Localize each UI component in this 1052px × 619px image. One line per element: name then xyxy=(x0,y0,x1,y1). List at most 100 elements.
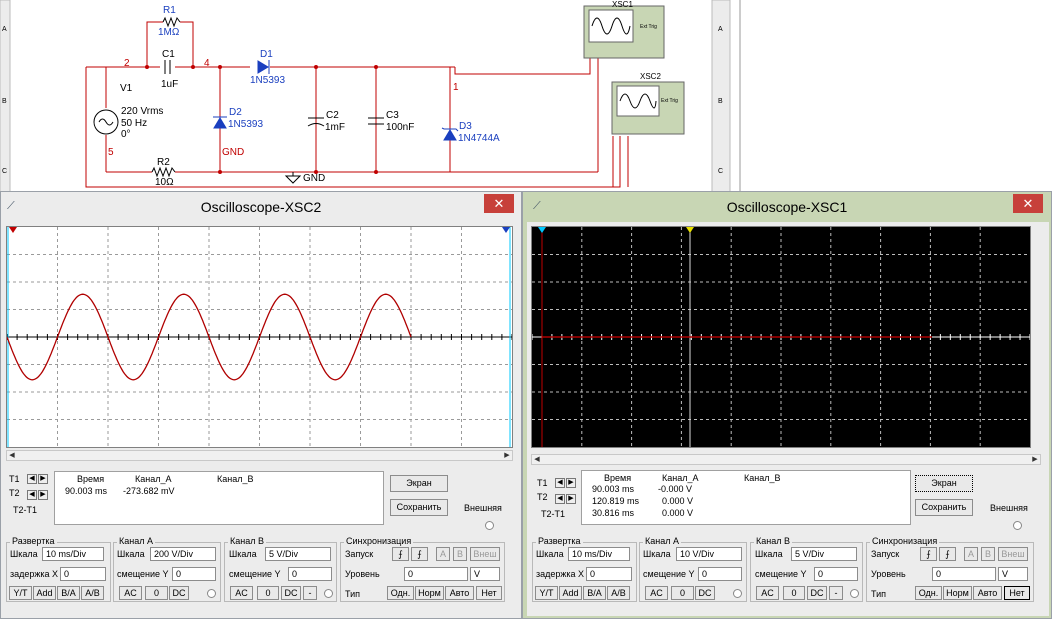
scroll-right-icon[interactable]: ▶ xyxy=(1030,455,1040,464)
channel-b-offset-field[interactable]: 0 xyxy=(814,567,858,581)
oscilloscope-xsc2-window[interactable]: ⟋ Oscilloscope-XSC2 ✕ ◀ ▶ T1 T2 T2-T1 ◀ … xyxy=(0,191,522,619)
trigger-source-b-button[interactable]: B xyxy=(981,547,995,561)
d2-name[interactable]: D2 xyxy=(229,107,242,118)
scroll-left-icon[interactable]: ◀ xyxy=(7,451,17,460)
v1-name[interactable]: V1 xyxy=(120,83,132,94)
trigger-level-field[interactable]: 0 xyxy=(404,567,468,581)
v1-phase[interactable]: 0° xyxy=(121,129,131,140)
channel-a-scale-field[interactable]: 10 V/Div xyxy=(676,547,742,561)
r2-value[interactable]: 10Ω xyxy=(155,177,174,188)
t2-left-arrow-icon[interactable]: ◀ xyxy=(555,494,565,504)
trigger-source-b-button[interactable]: B xyxy=(453,547,467,561)
c3-name[interactable]: C3 xyxy=(386,110,399,121)
channel-a-radio[interactable] xyxy=(207,589,216,598)
add-button[interactable]: Add xyxy=(33,586,56,600)
falling-edge-button[interactable]: ⨍ xyxy=(939,547,956,561)
d3-name[interactable]: D3 xyxy=(459,121,472,132)
channel-a-dc-button[interactable]: DC xyxy=(695,586,715,600)
trigger-external-button[interactable]: Внеш xyxy=(998,547,1028,561)
ba-button[interactable]: B/A xyxy=(583,586,606,600)
save-button[interactable]: Сохранить xyxy=(390,499,448,516)
v1-frequency[interactable]: 50 Hz xyxy=(121,118,147,129)
c2-value[interactable]: 1mF xyxy=(325,122,345,133)
timebase-scale-field[interactable]: 10 ms/Div xyxy=(42,547,104,561)
type-none-button[interactable]: Нет xyxy=(476,586,502,600)
ab-button[interactable]: A/B xyxy=(81,586,104,600)
r1-name[interactable]: R1 xyxy=(163,5,176,16)
xsc2-horizontal-scrollbar[interactable]: ◀ ▶ xyxy=(6,450,513,461)
save-button[interactable]: Сохранить xyxy=(915,499,973,516)
channel-a-zero-button[interactable]: 0 xyxy=(671,586,694,600)
trigger-level-unit[interactable]: V xyxy=(470,567,500,581)
ab-button[interactable]: A/B xyxy=(607,586,630,600)
t1-right-arrow-icon[interactable]: ▶ xyxy=(38,474,48,484)
channel-b-zero-button[interactable]: 0 xyxy=(783,586,805,600)
external-radio[interactable] xyxy=(485,521,494,530)
t2-right-arrow-icon[interactable]: ▶ xyxy=(38,490,48,500)
channel-b-zero-button[interactable]: 0 xyxy=(257,586,279,600)
close-button[interactable]: ✕ xyxy=(1013,194,1043,213)
type-normal-button[interactable]: Норм xyxy=(415,586,444,600)
ba-button[interactable]: B/A xyxy=(57,586,80,600)
channel-b-scale-field[interactable]: 5 V/Div xyxy=(791,547,857,561)
type-auto-button[interactable]: Авто xyxy=(445,586,474,600)
trigger-external-button[interactable]: Внеш xyxy=(470,547,500,561)
t2-left-arrow-icon[interactable]: ◀ xyxy=(27,490,37,500)
type-single-button[interactable]: Одн. xyxy=(915,586,942,600)
channel-a-ac-button[interactable]: AC xyxy=(645,586,668,600)
yt-button[interactable]: Y/T xyxy=(535,586,558,600)
d3-value[interactable]: 1N4744A xyxy=(458,133,500,144)
t1-right-arrow-icon[interactable]: ▶ xyxy=(566,478,576,488)
c2-name[interactable]: C2 xyxy=(326,110,339,121)
falling-edge-button[interactable]: ⨍ xyxy=(411,547,428,561)
channel-b-minus-button[interactable]: - xyxy=(829,586,843,600)
xsc2-titlebar[interactable]: ⟋ Oscilloscope-XSC2 ✕ xyxy=(1,192,521,222)
xsc1-screen[interactable] xyxy=(531,226,1031,448)
xsc1-titlebar[interactable]: ⟋ Oscilloscope-XSC1 ✕ xyxy=(523,192,1051,222)
channel-b-radio[interactable] xyxy=(324,589,333,598)
d2-value[interactable]: 1N5393 xyxy=(228,119,263,130)
channel-a-ac-button[interactable]: AC xyxy=(119,586,142,600)
rising-edge-button[interactable]: ⨍ xyxy=(920,547,937,561)
scroll-left-icon[interactable]: ◀ xyxy=(532,455,542,464)
channel-b-scale-field[interactable]: 5 V/Div xyxy=(265,547,331,561)
t2-right-arrow-icon[interactable]: ▶ xyxy=(566,494,576,504)
v1-voltage[interactable]: 220 Vrms xyxy=(121,106,163,117)
type-normal-button[interactable]: Норм xyxy=(943,586,972,600)
t1-left-arrow-icon[interactable]: ◀ xyxy=(555,478,565,488)
channel-b-minus-button[interactable]: - xyxy=(303,586,317,600)
channel-a-dc-button[interactable]: DC xyxy=(169,586,189,600)
channel-b-dc-button[interactable]: DC xyxy=(281,586,301,600)
rising-edge-button[interactable]: ⨍ xyxy=(392,547,409,561)
channel-b-ac-button[interactable]: AC xyxy=(756,586,779,600)
yt-button[interactable]: Y/T xyxy=(9,586,32,600)
channel-b-ac-button[interactable]: AC xyxy=(230,586,253,600)
xsc2-screen[interactable] xyxy=(6,226,513,448)
trigger-source-a-button[interactable]: A xyxy=(964,547,978,561)
channel-b-dc-button[interactable]: DC xyxy=(807,586,827,600)
close-button[interactable]: ✕ xyxy=(484,194,514,213)
type-auto-button[interactable]: Авто xyxy=(973,586,1002,600)
xsc2-name[interactable]: XSC2 xyxy=(640,72,661,81)
channel-a-scale-field[interactable]: 200 V/Div xyxy=(150,547,216,561)
delay-x-field[interactable]: 0 xyxy=(60,567,106,581)
c1-value[interactable]: 1uF xyxy=(161,79,178,90)
screen-button[interactable]: Экран xyxy=(390,475,448,492)
channel-a-radio[interactable] xyxy=(733,589,742,598)
xsc1-name[interactable]: XSC1 xyxy=(612,0,633,9)
trigger-source-a-button[interactable]: A xyxy=(436,547,450,561)
xsc1-horizontal-scrollbar[interactable]: ◀ ▶ xyxy=(531,454,1041,465)
type-none-button[interactable]: Нет xyxy=(1004,586,1030,600)
channel-b-offset-field[interactable]: 0 xyxy=(288,567,332,581)
d1-value[interactable]: 1N5393 xyxy=(250,75,285,86)
trigger-level-field[interactable]: 0 xyxy=(932,567,996,581)
type-single-button[interactable]: Одн. xyxy=(387,586,414,600)
channel-a-zero-button[interactable]: 0 xyxy=(145,586,168,600)
c1-name[interactable]: C1 xyxy=(162,49,175,60)
t1-left-arrow-icon[interactable]: ◀ xyxy=(27,474,37,484)
r1-value[interactable]: 1MΩ xyxy=(158,27,179,38)
channel-b-radio[interactable] xyxy=(850,589,859,598)
channel-a-offset-field[interactable]: 0 xyxy=(698,567,742,581)
r2-name[interactable]: R2 xyxy=(157,157,170,168)
c3-value[interactable]: 100nF xyxy=(386,122,414,133)
